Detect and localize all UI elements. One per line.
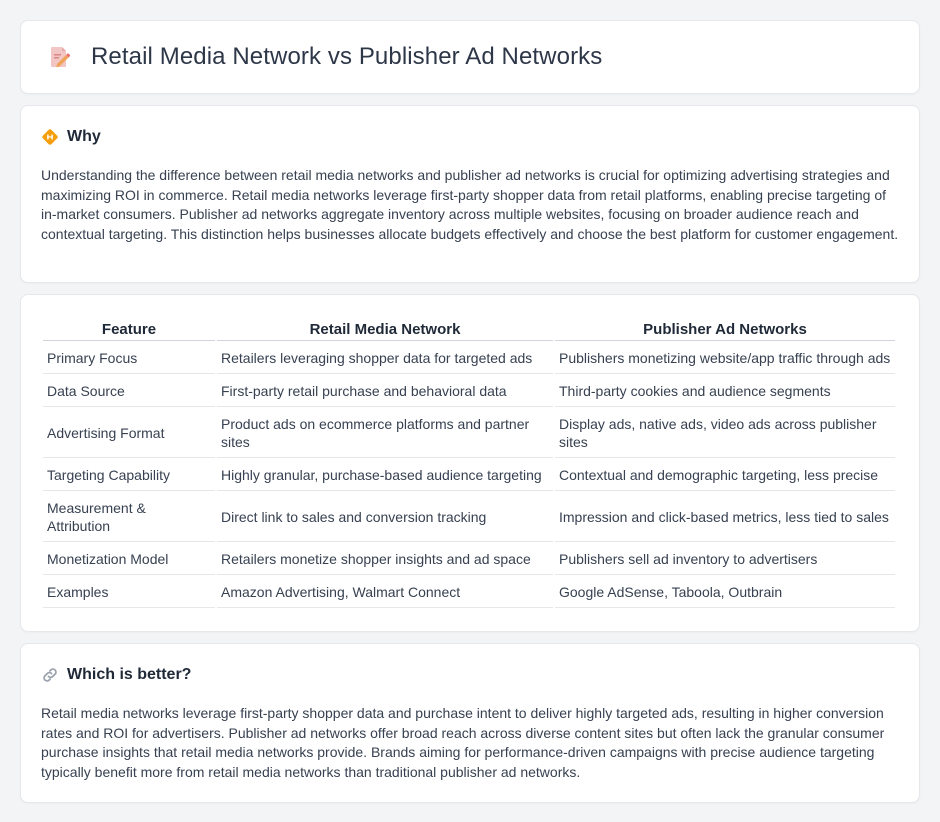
why-text: Understanding the difference between ret… [41, 167, 899, 242]
document-pencil-icon [47, 45, 71, 69]
publisher-ad-cell: Publishers sell ad inventory to advertis… [555, 544, 895, 575]
retail-media-cell: Amazon Advertising, Walmart Connect [217, 577, 553, 608]
why-title: Why [67, 128, 101, 145]
publisher-ad-cell: Display ads, native ads, video ads acros… [555, 409, 895, 458]
comparison-section: Feature Retail Media Network Publisher A… [20, 294, 920, 632]
column-header-retail-media: Retail Media Network [217, 317, 553, 341]
page-title: Retail Media Network vs Publisher Ad Net… [91, 43, 603, 70]
publisher-ad-cell: Impression and click-based metrics, less… [555, 493, 895, 542]
which-is-better-title: Which is better? [67, 666, 192, 683]
which-is-better-text: Retail media networks leverage first-par… [41, 705, 885, 780]
diamond-sign-icon [41, 128, 59, 146]
comparison-table: Feature Retail Media Network Publisher A… [41, 315, 897, 610]
table-row: Primary Focus Retailers leveraging shopp… [43, 343, 895, 374]
table-row: Examples Amazon Advertising, Walmart Con… [43, 577, 895, 608]
table-header-row: Feature Retail Media Network Publisher A… [43, 317, 895, 341]
publisher-ad-cell: Publishers monetizing website/app traffi… [555, 343, 895, 374]
why-header: Why [41, 128, 899, 146]
publisher-ad-cell: Third-party cookies and audience segment… [555, 376, 895, 407]
retail-media-cell: First-party retail purchase and behavior… [217, 376, 553, 407]
link-icon [41, 666, 59, 684]
publisher-ad-cell: Google AdSense, Taboola, Outbrain [555, 577, 895, 608]
table-row: Advertising Format Product ads on ecomme… [43, 409, 895, 458]
feature-cell: Examples [43, 577, 215, 608]
retail-media-cell: Highly granular, purchase-based audience… [217, 460, 553, 491]
retail-media-cell: Direct link to sales and conversion trac… [217, 493, 553, 542]
feature-cell: Measurement & Attribution [43, 493, 215, 542]
publisher-ad-cell: Contextual and demographic targeting, le… [555, 460, 895, 491]
table-row: Measurement & Attribution Direct link to… [43, 493, 895, 542]
feature-cell: Primary Focus [43, 343, 215, 374]
retail-media-cell: Retailers leveraging shopper data for ta… [217, 343, 553, 374]
feature-cell: Monetization Model [43, 544, 215, 575]
which-is-better-header: Which is better? [41, 666, 899, 684]
column-header-publisher-ad: Publisher Ad Networks [555, 317, 895, 341]
why-section: Why Understanding the difference between… [20, 105, 920, 283]
page-header: Retail Media Network vs Publisher Ad Net… [20, 20, 920, 94]
table-row: Monetization Model Retailers monetize sh… [43, 544, 895, 575]
retail-media-cell: Retailers monetize shopper insights and … [217, 544, 553, 575]
table-row: Targeting Capability Highly granular, pu… [43, 460, 895, 491]
which-is-better-section: Which is better? Retail media networks l… [20, 643, 920, 803]
feature-cell: Targeting Capability [43, 460, 215, 491]
column-header-feature: Feature [43, 317, 215, 341]
table-row: Data Source First-party retail purchase … [43, 376, 895, 407]
feature-cell: Advertising Format [43, 409, 215, 458]
retail-media-cell: Product ads on ecommerce platforms and p… [217, 409, 553, 458]
feature-cell: Data Source [43, 376, 215, 407]
